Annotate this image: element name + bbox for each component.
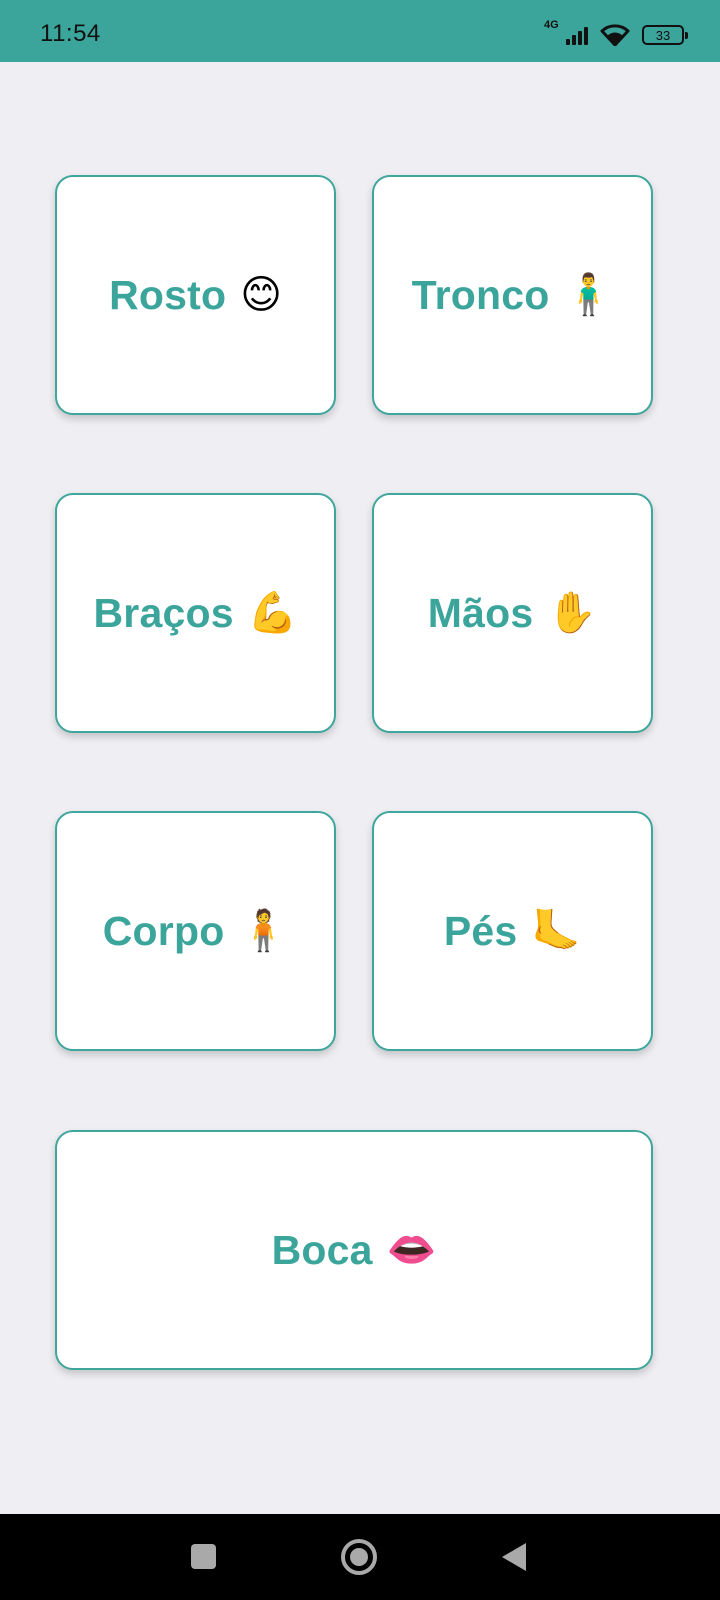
- mouth-icon: 👄: [386, 1228, 437, 1272]
- card-maos[interactable]: Mãos ✋: [372, 493, 653, 733]
- screen: 11:54 4G 33 Rosto: [0, 0, 720, 1600]
- raised-hand-icon: ✋: [547, 591, 598, 635]
- status-icons: 4G 33: [544, 19, 688, 48]
- wifi-icon: [600, 24, 630, 46]
- card-label: Corpo: [102, 907, 225, 954]
- battery-icon: 33: [642, 25, 688, 45]
- card-label: Pés: [443, 907, 518, 954]
- card-pes[interactable]: Pés 🦶: [372, 811, 653, 1051]
- back-triangle-icon[interactable]: [502, 1543, 526, 1571]
- card-label: Tronco: [411, 271, 550, 318]
- card-label: Boca: [271, 1226, 373, 1273]
- status-bar: 11:54 4G 33: [0, 0, 720, 62]
- card-boca[interactable]: Boca 👄: [55, 1130, 653, 1370]
- home-circle-icon[interactable]: [341, 1539, 377, 1575]
- smiling-face-icon: 😊: [240, 273, 282, 317]
- card-corpo[interactable]: Corpo 🧍: [55, 811, 336, 1051]
- standing-man-icon: 🧍‍♂️: [563, 273, 614, 317]
- foot-icon: 🦶: [531, 909, 582, 953]
- card-label: Rosto: [109, 271, 227, 318]
- network-type-label: 4G: [544, 19, 559, 31]
- card-label: Mãos: [427, 589, 534, 636]
- battery-level: 33: [655, 27, 671, 43]
- cellular-signal-icon: 4G: [544, 19, 588, 47]
- card-label: Braços: [93, 589, 234, 636]
- flexed-biceps-icon: 💪: [247, 591, 298, 635]
- recents-square-icon[interactable]: [191, 1544, 216, 1569]
- status-time: 11:54: [40, 20, 101, 47]
- navigation-bar: [0, 1514, 720, 1600]
- standing-person-icon: 🧍: [238, 909, 289, 953]
- card-rosto[interactable]: Rosto 😊: [55, 175, 336, 415]
- card-tronco[interactable]: Tronco 🧍‍♂️: [372, 175, 653, 415]
- card-bracos[interactable]: Braços 💪: [55, 493, 336, 733]
